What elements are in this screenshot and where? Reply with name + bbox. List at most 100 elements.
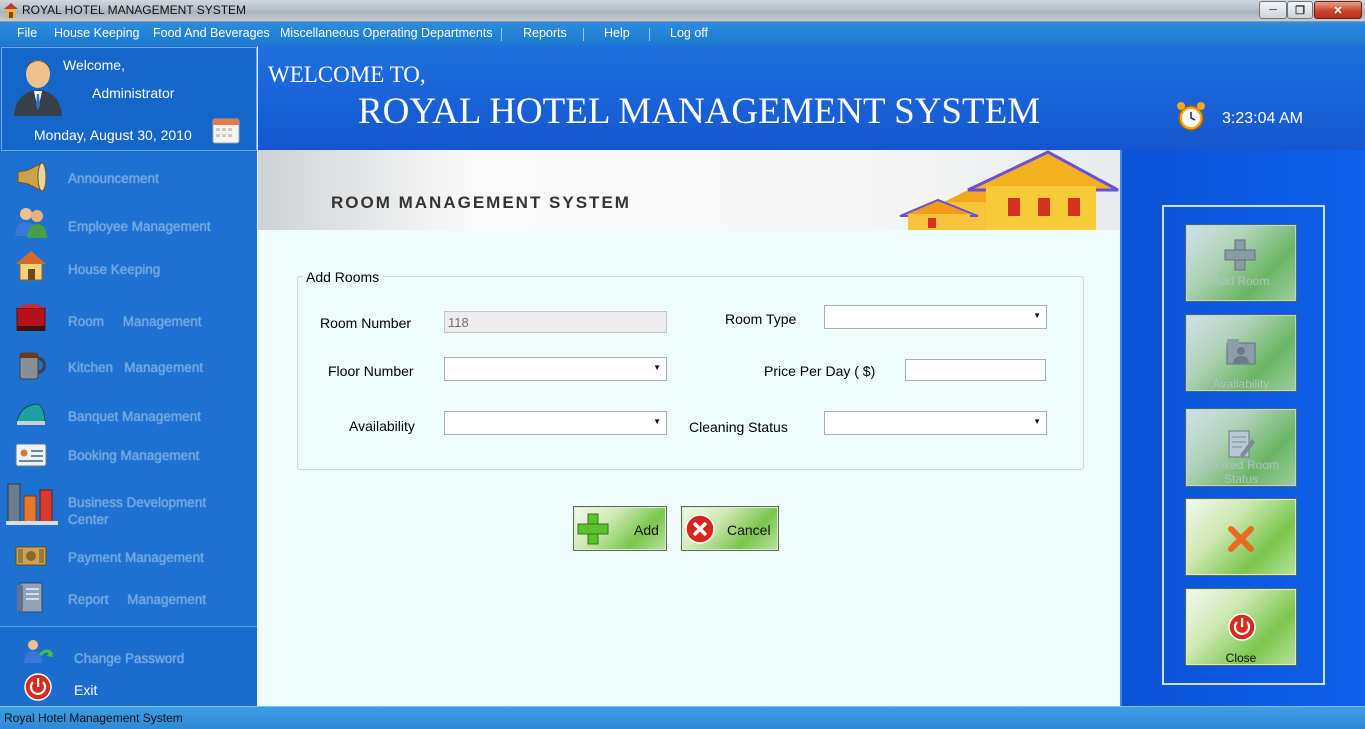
title-bar[interactable]: ROYAL HOTEL MANAGEMENT SYSTEM ─ ❐ ✕ (0, 0, 1365, 22)
nav-label: Employee Management (68, 219, 211, 234)
menu-file[interactable]: File (17, 26, 37, 40)
power-icon (1228, 613, 1256, 641)
module-title: ROOM MANAGEMENT SYSTEM (331, 193, 631, 212)
floor-number-label: Floor Number (328, 363, 414, 379)
nav-label: Report Management (68, 592, 207, 607)
room-type-label: Room Type (725, 311, 797, 327)
close-icon: ✕ (1333, 4, 1343, 17)
status-bar: Royal Hotel Management System (0, 706, 1365, 729)
close-label: Close (1225, 651, 1257, 665)
window-title: ROYAL HOTEL MANAGEMENT SYSTEM (22, 3, 247, 17)
megaphone-icon (17, 162, 47, 192)
users-icon (15, 208, 47, 238)
booked-room-status-button[interactable]: Booked Room Status (1185, 408, 1297, 487)
maximize-icon: ❐ (1295, 4, 1305, 17)
room-number-label: Room Number (320, 315, 412, 331)
room-number-field[interactable]: 118 (444, 311, 667, 333)
menu-separator (649, 28, 650, 41)
availability-side-label: Availability (1212, 377, 1270, 391)
menu-separator (501, 28, 502, 41)
mug-icon (19, 352, 46, 380)
window-close-button[interactable]: ✕ (1314, 1, 1362, 19)
change-password-item[interactable]: Change Password (0, 633, 257, 669)
nav-kitchen-management[interactable]: Kitchen Management (0, 346, 257, 386)
user-name: Administrator (92, 85, 175, 101)
menu-food-and-beverages[interactable]: Food And Beverages (153, 26, 270, 40)
menu-house-keeping[interactable]: House Keeping (54, 26, 139, 40)
minimize-button[interactable]: ─ (1259, 1, 1287, 19)
floor-number-select[interactable] (444, 357, 667, 381)
change-password-label: Change Password (74, 651, 185, 666)
header-app-title: ROYAL HOTEL MANAGEMENT SYSTEM (358, 91, 1041, 132)
calendar-icon[interactable] (212, 116, 240, 144)
add-room-button[interactable]: Add Room (1185, 224, 1297, 302)
nav-label: House Keeping (68, 262, 161, 277)
delete-button[interactable] (1185, 498, 1297, 576)
power-icon (24, 673, 52, 701)
iron-icon (16, 403, 46, 425)
cancel-button-label: Cancel (727, 522, 771, 538)
availability-select[interactable] (444, 411, 667, 435)
status-text: Royal Hotel Management System (4, 711, 183, 725)
navigation-menu: Announcement Employee Management House K… (0, 152, 257, 626)
cancel-button[interactable]: Cancel (681, 506, 779, 551)
menu-help[interactable]: Help (604, 26, 630, 40)
nav-report-management[interactable]: Report Management (0, 578, 257, 618)
menu-separator (583, 28, 584, 41)
nav-label: Business Development Center (68, 495, 207, 527)
header-welcome-text: WELCOME TO, (268, 62, 426, 87)
nav-room-management[interactable]: Room Management (0, 300, 257, 340)
room-icon (16, 304, 46, 331)
delete-x-icon (1228, 526, 1254, 552)
plus-icon (577, 513, 609, 545)
plus-icon (1224, 239, 1256, 271)
add-button[interactable]: Add (573, 506, 667, 551)
alarm-clock-icon (1177, 102, 1205, 131)
booked-room-status-label: Booked Room Status (1202, 458, 1280, 486)
menu-misc-departments[interactable]: Miscellaneous Operating Departments (280, 26, 493, 40)
nav-label: Booking Management (68, 448, 200, 463)
hotel-app-icon (4, 3, 18, 18)
clock-time: 3:23:04 AM (1222, 110, 1303, 127)
account-actions: Change Password Exit (0, 626, 257, 706)
change-password-icon (24, 640, 54, 663)
cancel-x-icon (685, 514, 715, 544)
add-button-label: Add (634, 522, 659, 538)
room-type-select[interactable] (824, 305, 1047, 329)
cleaning-status-select[interactable] (824, 411, 1047, 435)
nav-label: Room Management (68, 314, 202, 329)
user-avatar-icon (14, 60, 62, 116)
binder-icon (17, 582, 43, 613)
nav-label: Announcement (68, 171, 159, 186)
group-title: Add Rooms (303, 269, 383, 285)
houses-illustration (899, 150, 1119, 230)
availability-label: Availability (349, 418, 415, 434)
price-per-day-field[interactable] (905, 359, 1046, 381)
maximize-button[interactable]: ❐ (1287, 1, 1313, 19)
welcome-greeting: Welcome, (63, 57, 125, 73)
cleaning-status-label: Cleaning Status (689, 419, 788, 435)
nav-label: Kitchen Management (68, 360, 204, 375)
availability-button[interactable]: Availability (1185, 314, 1297, 392)
id-card-icon (15, 443, 47, 467)
document-pen-icon (1228, 430, 1255, 458)
folder-user-icon (1226, 339, 1256, 365)
nav-payment-management[interactable]: Payment Management (0, 536, 257, 576)
nav-announcement[interactable]: Announcement (0, 158, 257, 198)
minimize-icon: ─ (1269, 4, 1277, 16)
nav-employee-management[interactable]: Employee Management (0, 204, 257, 244)
close-button[interactable]: Close (1185, 588, 1297, 666)
exit-item[interactable]: Exit (0, 671, 257, 705)
add-room-label: Add Room (1212, 274, 1270, 288)
menu-log-off[interactable]: Log off (670, 26, 708, 40)
menu-reports[interactable]: Reports (523, 26, 567, 40)
nav-banquet-management[interactable]: Banquet Management (0, 394, 257, 434)
house-icon (16, 251, 46, 281)
nav-booking-management[interactable]: Booking Management (0, 434, 257, 474)
user-welcome-box: Welcome, Administrator Monday, August 30… (1, 47, 257, 151)
money-icon (15, 546, 47, 566)
nav-label: Payment Management (68, 550, 204, 565)
nav-business-development[interactable]: Business Development Center (0, 478, 257, 528)
nav-house-keeping[interactable]: House Keeping (0, 248, 257, 288)
price-per-day-label: Price Per Day ( $) (764, 363, 876, 379)
